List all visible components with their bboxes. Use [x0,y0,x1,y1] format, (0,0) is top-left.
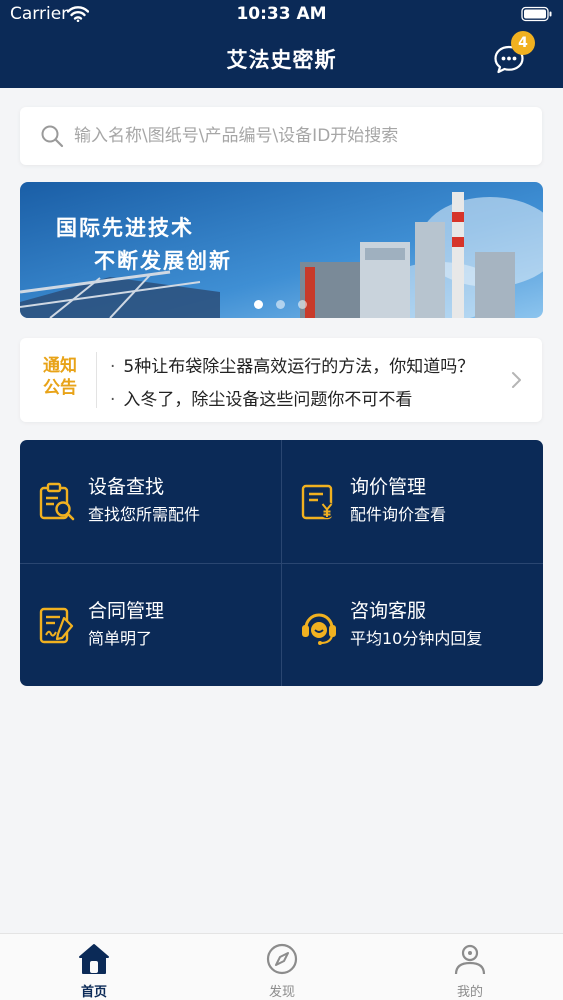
banner-dot[interactable] [298,300,307,309]
banner-subheadline: 不断发展创新 [94,249,232,273]
banner-headline: 国际先进技术 [56,216,194,240]
banner-dot[interactable] [276,300,285,309]
notice-item-text: 入冬了，除尘设备这些问题你不可不看 [123,390,413,410]
service-tile-subtitle: 简单明了 [88,629,153,648]
page-title: 艾法史密斯 [226,48,337,72]
customer-service-icon [302,613,336,645]
notice-item-text: 5种让布袋除尘器高效运行的方法，你知道吗？ [123,357,475,377]
notice-item[interactable]: · 5种让布袋除尘器高效运行的方法，你知道吗？ [110,352,508,377]
compass-icon [266,943,298,975]
equipment-search-icon [39,482,75,521]
message-badge: 4 [511,31,535,55]
notice-divider [96,352,97,408]
tab-label: 发现 [268,985,295,1000]
service-tile-title: 询价管理 [350,476,427,498]
tab-profile[interactable]: 我的 [376,934,563,1000]
chevron-right-icon[interactable] [510,370,524,390]
tab-home[interactable]: 首页 [0,934,188,1000]
notice-label: 通知公告 [43,356,77,398]
contract-icon [39,607,74,644]
banner-pagination[interactable] [254,294,320,313]
service-tile-subtitle: 平均10分钟内回复 [350,629,483,648]
tab-label: 我的 [456,985,483,1000]
service-tile-title: 合同管理 [88,600,165,622]
service-tile-equipment-search[interactable]: 设备查找 查找您所需配件 [20,440,281,563]
service-tile-customer-service[interactable]: 咨询客服 平均10分钟内回复 [282,564,543,686]
search-icon [41,125,64,148]
service-tile-title: 设备查找 [88,476,165,498]
tab-discover[interactable]: 发现 [188,934,376,1000]
service-tile-price-inquiry[interactable]: 询价管理 配件询价查看 [282,440,543,563]
notice-board[interactable]: 通知公告 · 5种让布袋除尘器高效运行的方法，你知道吗？ · 入冬了，除尘设备这些问… [20,338,542,422]
service-tile-title: 咨询客服 [350,600,427,622]
service-tile-subtitle: 查找您所需配件 [88,505,201,524]
tab-bar: 首页 发现 我的 [0,933,563,1000]
home-icon [79,944,109,974]
status-bar: Carrier 10:33 AM [0,0,563,30]
profile-icon [454,944,486,975]
search-input[interactable] [74,107,534,165]
status-time: 10:33 AM [236,4,327,24]
tab-label: 首页 [80,985,107,1000]
notice-item[interactable]: · 入冬了，除尘设备这些问题你不可不看 [110,385,508,410]
service-tile-subtitle: 配件询价查看 [350,505,447,524]
promo-banner[interactable]: 国际先进技术 不断发展创新 [20,182,543,318]
battery-icon [521,6,552,22]
search-bar[interactable] [20,107,542,165]
service-tile-contract[interactable]: 合同管理 简单明了 [20,564,281,686]
banner-dot[interactable] [254,300,263,309]
price-inquiry-icon [301,484,335,520]
app-header: Carrier 10:33 AM 艾法史密斯 4 [0,0,563,88]
service-grid: 设备查找 查找您所需配件 询价管理 配件询价查看 合同管理 简单明了 咨询客服 … [20,440,543,686]
